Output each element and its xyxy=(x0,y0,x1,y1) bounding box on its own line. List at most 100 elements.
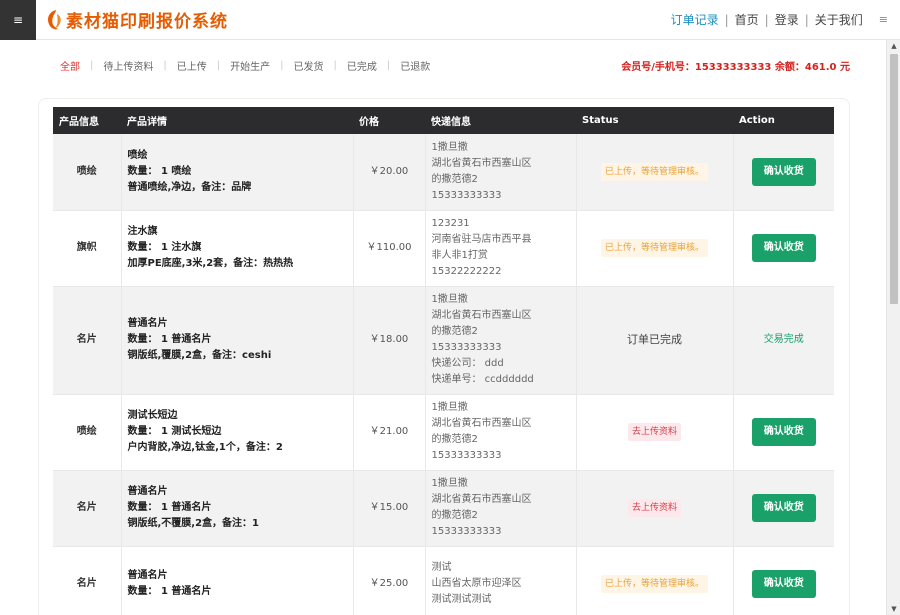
table-row: 喷绘 喷绘 数量： 1 喷绘 普通喷绘,净边，备注：品牌 ￥20.00 1撒旦撒… xyxy=(53,134,834,211)
action-cell: 交易完成 xyxy=(733,286,834,395)
confirm-receipt-button[interactable]: 确认收货 xyxy=(751,494,816,522)
action-cell: 确认收货 xyxy=(733,394,834,471)
nav-home[interactable]: 首页 xyxy=(729,11,765,28)
nav-about[interactable]: 关于我们 xyxy=(809,11,869,28)
tab-all[interactable]: 全部 xyxy=(56,58,90,73)
orders-table: 产品信息 产品详情 价格 快递信息 Status Action 喷绘 喷绘 数量… xyxy=(53,107,834,615)
status-cell: 已上传，等待管理审核。 xyxy=(576,210,734,287)
shipping-info: 测试 山西省太原市迎泽区 测试测试测试 xyxy=(425,546,577,615)
address-line: 测试测试测试 xyxy=(431,594,492,605)
status-cell: 去上传资料 xyxy=(576,470,734,547)
detail-line: 数量： 1 普通名片 xyxy=(127,586,212,597)
product-detail: 普通名片 数量： 1 普通名片 xyxy=(121,546,354,615)
logo[interactable]: 素材猫印刷报价系统 xyxy=(44,7,228,32)
nav-orders[interactable]: 订单记录 xyxy=(665,11,725,28)
tab-in-production[interactable]: 开始生产 xyxy=(220,58,280,73)
tab-uploaded[interactable]: 已上传 xyxy=(167,58,217,73)
address-line: 湖北省黄石市西塞山区 xyxy=(431,310,532,321)
detail-line: 普通名片 xyxy=(127,570,168,581)
price: ￥21.00 xyxy=(353,394,426,471)
col-header-product-detail: 产品详情 xyxy=(127,117,167,128)
status-badge: 已上传，等待管理审核。 xyxy=(600,239,708,257)
detail-line: 铜版纸,不覆膜,2盒，备注：1 xyxy=(127,518,260,529)
status-badge: 已上传，等待管理审核。 xyxy=(600,162,708,181)
logo-text: 素材猫印刷报价系统 xyxy=(66,12,228,32)
price: ￥15.00 xyxy=(353,470,426,547)
upload-materials-link[interactable]: 去上传资料 xyxy=(627,499,681,517)
vertical-scrollbar[interactable]: ▲ ▼ xyxy=(886,40,900,615)
product-detail: 注水旗 数量： 1 注水旗 加厚PE底座,3米,2套，备注：热热热 xyxy=(121,210,354,287)
address-line: 山西省太原市迎泽区 xyxy=(431,578,522,589)
col-header-product-info: 产品信息 xyxy=(59,117,99,128)
confirm-receipt-button[interactable]: 确认收货 xyxy=(751,234,816,262)
shipping-info: 1撒旦撒 湖北省黄石市西塞山区 的撒范德2 15333333333 xyxy=(425,470,577,547)
scroll-down-arrow-icon[interactable]: ▼ xyxy=(887,605,900,613)
action-cell: 确认收货 xyxy=(733,546,834,615)
col-header-status: Status xyxy=(582,115,619,126)
address-line: 15322222222 xyxy=(431,266,502,277)
price: ￥110.00 xyxy=(353,210,426,287)
address-line: 1撒旦撒 xyxy=(431,141,468,153)
action-cell: 确认收货 xyxy=(733,210,834,287)
table-row: 喷绘 测试长短边 数量： 1 测试长短边 户内背胶,净边,钛金,1个，备注：2 … xyxy=(53,394,834,471)
product-detail: 喷绘 数量： 1 喷绘 普通喷绘,净边，备注：品牌 xyxy=(121,134,354,211)
price: ￥20.00 xyxy=(353,134,426,211)
address-line: 的撒范德2 xyxy=(431,510,478,521)
confirm-receipt-button[interactable]: 确认收货 xyxy=(751,418,816,446)
courier-company: 快递公司： ddd xyxy=(431,358,504,369)
status-cell: 订单已完成 xyxy=(576,286,734,395)
upload-materials-link[interactable]: 去上传资料 xyxy=(627,423,681,441)
col-header-shipping: 快递信息 xyxy=(431,117,471,128)
shipping-info: 1撒旦撒 湖北省黄石市西塞山区 的撒范德2 15333333333 xyxy=(425,394,577,471)
tab-refunded[interactable]: 已退款 xyxy=(390,58,440,73)
address-line: 1撒旦撒 xyxy=(431,294,468,305)
action-cell: 确认收货 xyxy=(733,470,834,547)
address-line: 湖北省黄石市西塞山区 xyxy=(431,157,532,169)
product-type: 旗帜 xyxy=(53,210,122,287)
product-type: 喷绘 xyxy=(53,394,122,471)
product-type: 喷绘 xyxy=(53,134,122,211)
tab-shipped[interactable]: 已发货 xyxy=(284,58,334,73)
detail-line: 铜版纸,覆膜,2盒，备注：ceshi xyxy=(127,350,272,361)
price: ￥25.00 xyxy=(353,546,426,615)
col-header-price: 价格 xyxy=(359,117,379,128)
detail-line: 数量： 1 普通名片 xyxy=(127,502,212,513)
status-badge: 已上传，等待管理审核。 xyxy=(600,575,708,593)
address-line: 15333333333 xyxy=(431,450,502,461)
confirm-receipt-button[interactable]: 确认收货 xyxy=(751,157,816,186)
shipping-info: 1撒旦撒 湖北省黄石市西塞山区 的撒范德2 15333333333 xyxy=(425,134,577,211)
menu-icon[interactable]: ≡ xyxy=(0,0,36,40)
tab-pending-upload[interactable]: 待上传资料 xyxy=(93,58,163,73)
scroll-thumb[interactable] xyxy=(890,54,898,304)
detail-line: 数量： 1 注水旗 xyxy=(127,242,202,253)
address-line: 测试 xyxy=(431,562,452,573)
address-line: 的撒范德2 xyxy=(431,326,478,337)
address-line: 的撒范德2 xyxy=(431,173,478,185)
table-header-row: 产品信息 产品详情 价格 快递信息 Status Action xyxy=(53,107,834,134)
detail-line: 普通名片 xyxy=(127,486,168,497)
scroll-up-arrow-icon[interactable]: ▲ xyxy=(887,42,900,50)
status-cell: 已上传，等待管理审核。 xyxy=(576,546,734,615)
action-cell: 确认收货 xyxy=(733,134,834,211)
product-type: 名片 xyxy=(53,470,122,547)
tab-completed[interactable]: 已完成 xyxy=(337,58,387,73)
product-type: 名片 xyxy=(53,286,122,395)
address-line: 河南省驻马店市西平县 xyxy=(431,234,532,245)
table-row: 名片 普通名片 数量： 1 普通名片 铜版纸,覆膜,2盒，备注：ceshi ￥1… xyxy=(53,286,834,395)
nav-login[interactable]: 登录 xyxy=(769,11,805,28)
tracking-number: 快递单号： ccdddddd xyxy=(431,374,534,385)
price: ￥18.00 xyxy=(353,286,426,395)
status-filter-tabs: 全部 | 待上传资料 | 已上传 | 开始生产 | 已发货 | 已完成 | 已退… xyxy=(56,58,440,73)
top-header: ≡ 素材猫印刷报价系统 订单记录 | 首页 | 登录 | 关于我们 ≡ xyxy=(0,0,900,40)
table-row: 名片 普通名片 数量： 1 普通名片 铜版纸,不覆膜,2盒，备注：1 ￥15.0… xyxy=(53,470,834,547)
detail-line: 喷绘 xyxy=(127,149,148,161)
detail-line: 数量： 1 喷绘 xyxy=(127,165,192,177)
table-row: 名片 普通名片 数量： 1 普通名片 ￥25.00 测试 山西省太原市迎泽区 测… xyxy=(53,546,834,615)
confirm-receipt-button[interactable]: 确认收货 xyxy=(751,570,816,598)
address-line: 1撒旦撒 xyxy=(431,478,468,489)
top-nav: 订单记录 | 首页 | 登录 | 关于我们 ≡ xyxy=(665,11,888,28)
detail-line: 数量： 1 普通名片 xyxy=(127,334,212,345)
logo-icon xyxy=(48,9,61,29)
shipping-info: 1撒旦撒 湖北省黄石市西塞山区 的撒范德2 15333333333 快递公司： … xyxy=(425,286,577,395)
lines-icon[interactable]: ≡ xyxy=(879,13,888,26)
